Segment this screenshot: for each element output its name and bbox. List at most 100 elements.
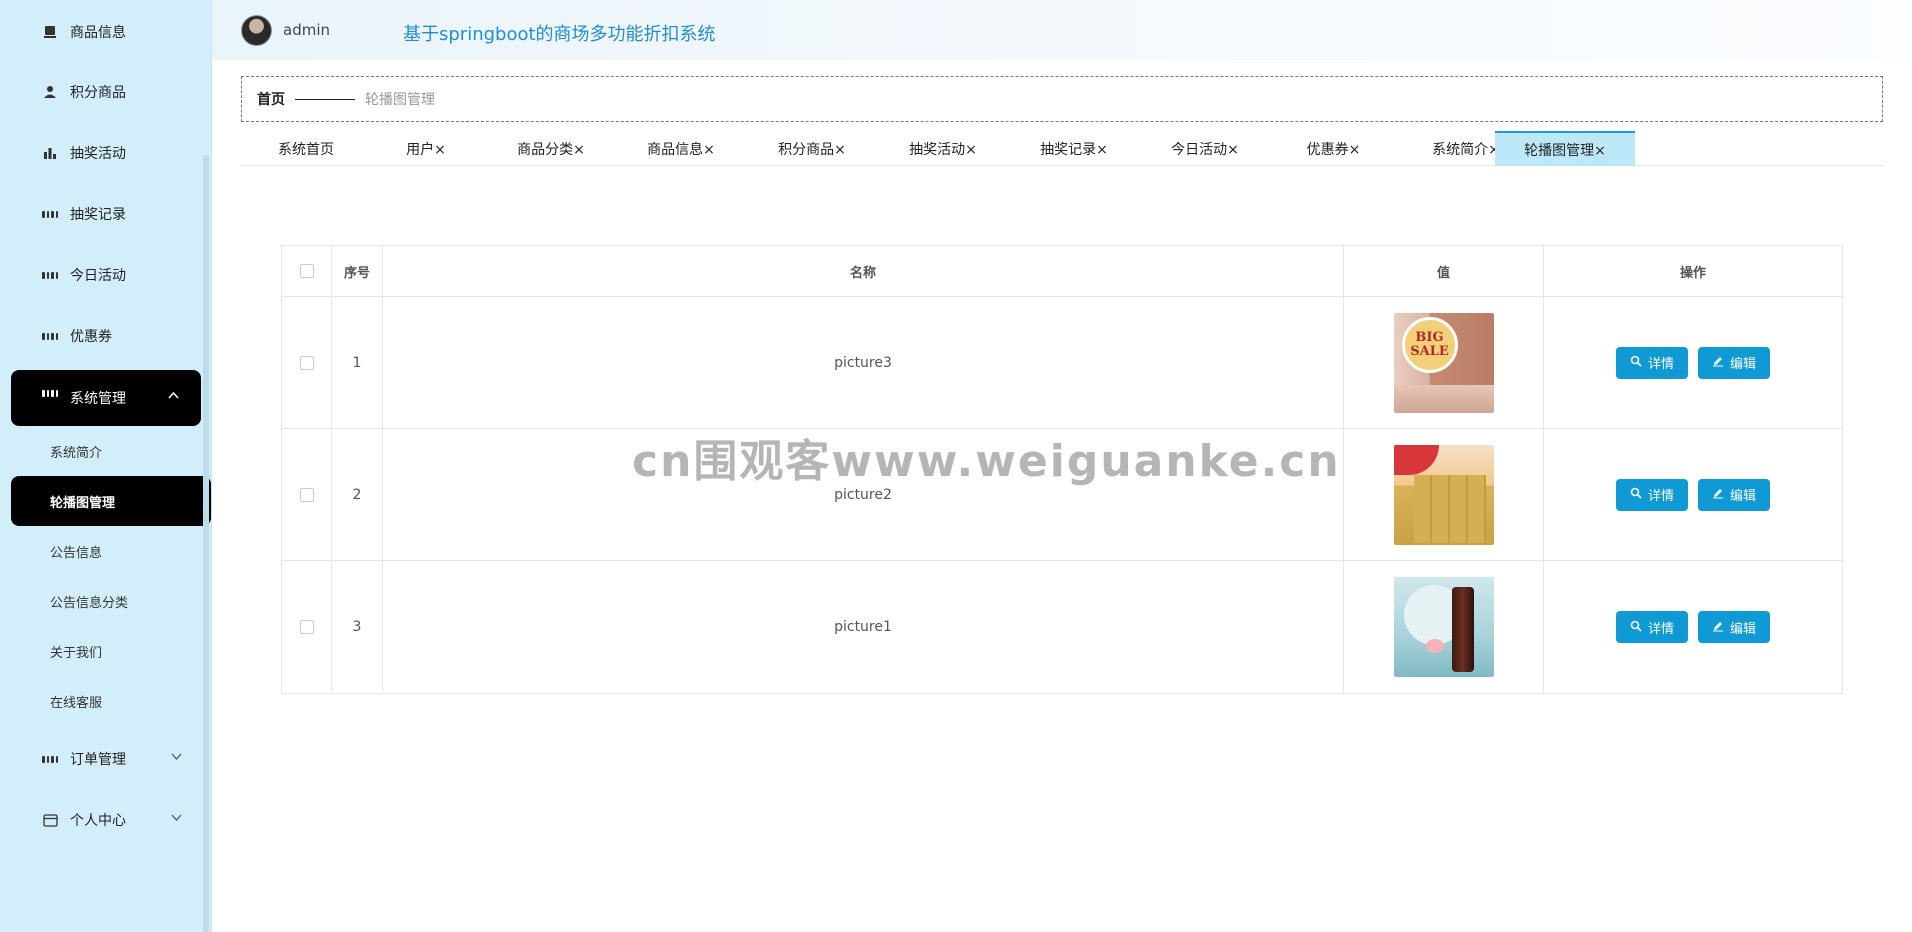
edit-icon <box>1712 487 1724 502</box>
header-name: 名称 <box>383 246 1344 296</box>
sidebar-item-label: 抽奖活动 <box>70 146 126 162</box>
user-icon <box>42 84 58 100</box>
header-index: 序号 <box>332 246 383 296</box>
detail-button[interactable]: 详情 <box>1615 611 1688 643</box>
carousel-thumbnail[interactable] <box>1393 577 1494 677</box>
row-index: 2 <box>332 429 383 560</box>
watermark: cn围观客www.weiguanke.cn <box>632 436 1341 487</box>
bar-chart-icon <box>42 145 58 161</box>
header-value: 值 <box>1344 246 1544 296</box>
detail-button[interactable]: 详情 <box>1615 346 1688 379</box>
sidebar-subitem-carousel-management[interactable]: 轮播图管理 <box>11 476 211 526</box>
tab-system-home[interactable]: 系统首页 <box>251 131 361 166</box>
chevron-down-icon <box>171 751 182 765</box>
row-actions: 详情 编辑 <box>1544 561 1842 693</box>
row-checkbox[interactable] <box>299 620 314 634</box>
sidebar-item-today-activity[interactable]: 今日活动 <box>0 250 212 300</box>
username-label[interactable]: admin <box>283 21 330 39</box>
sidebar-scrollbar[interactable] <box>203 155 209 932</box>
breadcrumb: 首页 轮播图管理 <box>241 76 1883 122</box>
tab-lottery[interactable]: 抽奖活动× <box>878 131 1008 166</box>
sidebar-subitem-announcement-categories[interactable]: 公告信息分类 <box>0 577 212 625</box>
card-icon <box>42 812 58 828</box>
tab-coupons[interactable]: 优惠券× <box>1271 131 1396 166</box>
grid-icon <box>42 751 58 767</box>
sidebar-group-label: 系统管理 <box>70 391 126 407</box>
sidebar-item-label: 订单管理 <box>70 752 126 768</box>
breadcrumb-current: 轮播图管理 <box>365 92 435 108</box>
table-row: 1 picture3 BIG SALE 详情 编辑 <box>282 297 1842 429</box>
row-actions: 详情 编辑 <box>1544 297 1842 428</box>
sidebar-group-system-management[interactable]: 系统管理 <box>11 370 201 426</box>
row-select-cell <box>282 429 332 560</box>
header-select-all <box>282 246 332 296</box>
sidebar-subitem-about-us[interactable]: 关于我们 <box>0 627 212 675</box>
sale-badge: BIG SALE <box>1401 316 1458 373</box>
thumb-ribbon <box>1393 444 1439 475</box>
thumb-flower <box>1425 639 1444 653</box>
row-actions: 详情 编辑 <box>1544 429 1842 560</box>
search-icon <box>1630 487 1642 502</box>
row-index: 1 <box>332 297 383 428</box>
grid-icon <box>42 267 58 283</box>
grid-icon <box>42 390 58 406</box>
row-checkbox[interactable] <box>299 487 314 502</box>
search-icon <box>1630 620 1642 635</box>
sidebar-item-lottery[interactable]: 抽奖活动 <box>0 128 212 178</box>
carousel-thumbnail[interactable] <box>1393 444 1494 545</box>
thumb-floor <box>1393 384 1494 413</box>
sidebar-item-order-management[interactable]: 订单管理 <box>0 734 212 784</box>
tab-today-activity[interactable]: 今日活动× <box>1140 131 1270 166</box>
select-all-checkbox[interactable] <box>299 264 314 278</box>
tab-product-info[interactable]: 商品信息× <box>616 131 746 166</box>
sidebar-item-product-info[interactable]: 商品信息 <box>0 7 212 57</box>
edit-button[interactable]: 编辑 <box>1698 611 1771 643</box>
sidebar-item-lottery-records[interactable]: 抽奖记录 <box>0 189 212 239</box>
sidebar-subitem-system-intro[interactable]: 系统简介 <box>0 427 212 475</box>
sidebar-subitem-announcements[interactable]: 公告信息 <box>0 527 212 575</box>
tab-product-categories[interactable]: 商品分类× <box>486 131 616 166</box>
system-title: 基于springboot的商场多功能折扣系统 <box>403 24 716 45</box>
sidebar-subitem-online-service[interactable]: 在线客服 <box>0 677 212 725</box>
sidebar: 商品信息 积分商品 抽奖活动 抽奖记录 今日活动 优惠券 系统管理 系统简介 轮… <box>0 0 212 932</box>
sidebar-item-label: 积分商品 <box>70 85 126 101</box>
chevron-down-icon <box>171 812 182 826</box>
sidebar-item-label: 今日活动 <box>70 268 126 284</box>
row-select-cell <box>282 561 332 693</box>
breadcrumb-separator <box>295 98 355 100</box>
row-name: picture1 <box>383 561 1344 693</box>
tab-users[interactable]: 用户× <box>371 131 481 166</box>
thumb-bottle <box>1451 587 1474 672</box>
tab-points-goods[interactable]: 积分商品× <box>747 131 877 166</box>
tab-bar: 系统首页 用户× 商品分类× 商品信息× 积分商品× 抽奖活动× 抽奖记录× 今… <box>241 131 1883 166</box>
edit-button[interactable]: 编辑 <box>1698 478 1771 511</box>
sidebar-item-coupons[interactable]: 优惠券 <box>0 311 212 361</box>
row-checkbox[interactable] <box>299 355 314 370</box>
chevron-up-icon <box>168 390 179 404</box>
header-actions: 操作 <box>1679 265 1706 281</box>
edit-icon <box>1712 355 1724 370</box>
detail-button[interactable]: 详情 <box>1615 478 1688 511</box>
tab-carousel-management[interactable]: 轮播图管理× <box>1495 131 1635 166</box>
row-select-cell <box>282 297 332 428</box>
sidebar-item-personal-center[interactable]: 个人中心 <box>0 795 212 845</box>
row-value: BIG SALE <box>1344 297 1544 428</box>
row-name: picture3 <box>383 297 1344 428</box>
breadcrumb-home[interactable]: 首页 <box>257 89 285 109</box>
sidebar-item-label: 抽奖记录 <box>70 207 126 223</box>
sidebar-item-label: 商品信息 <box>70 25 126 41</box>
table-header: 序号 名称 值 操作 <box>282 246 1842 297</box>
edit-button[interactable]: 编辑 <box>1698 346 1771 379</box>
sidebar-item-label: 个人中心 <box>70 813 126 829</box>
row-value <box>1344 429 1544 560</box>
table-row: 3 picture1 详情 编辑 <box>282 561 1842 693</box>
carousel-thumbnail[interactable]: BIG SALE <box>1393 312 1494 413</box>
avatar[interactable] <box>241 15 272 46</box>
search-icon <box>1630 355 1642 370</box>
grid-icon <box>42 206 58 222</box>
tab-lottery-records[interactable]: 抽奖记录× <box>1009 131 1139 166</box>
row-index: 3 <box>332 561 383 693</box>
grid-icon <box>42 328 58 344</box>
edit-icon <box>1712 620 1724 635</box>
sidebar-item-points-goods[interactable]: 积分商品 <box>0 67 212 117</box>
